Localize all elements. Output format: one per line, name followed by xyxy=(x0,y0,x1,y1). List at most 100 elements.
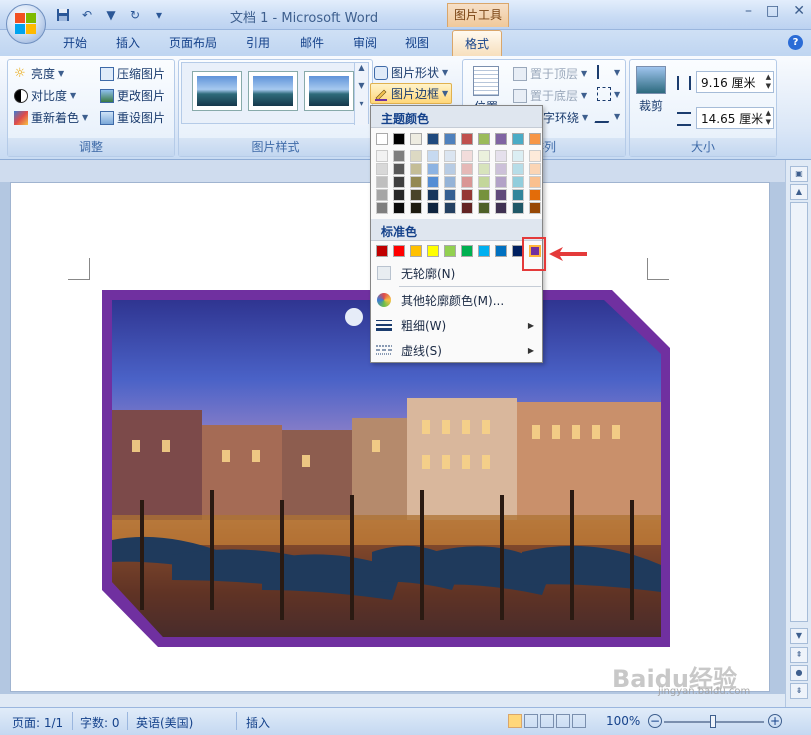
theme-shade-swatch[interactable] xyxy=(427,189,439,201)
page-count[interactable]: 页面: 1/1 xyxy=(12,714,63,731)
word-count[interactable]: 字数: 0 xyxy=(80,714,120,731)
close-icon[interactable]: ✕ xyxy=(793,3,805,19)
standard-color-swatch[interactable] xyxy=(495,245,507,257)
prev-page-icon[interactable]: ⇞ xyxy=(790,647,808,663)
theme-shade-swatch[interactable] xyxy=(393,202,405,214)
bring-to-front-button[interactable]: 置于顶层 ▼ xyxy=(513,65,587,82)
redo-icon[interactable]: ↻ xyxy=(126,6,144,24)
height-input[interactable]: 9.16 厘米 ▲ ▼ xyxy=(696,71,774,93)
no-outline-item[interactable]: 无轮廓(N) xyxy=(371,261,542,285)
theme-shade-swatch[interactable] xyxy=(376,189,388,201)
theme-shade-swatch[interactable] xyxy=(427,150,439,162)
theme-shade-swatch[interactable] xyxy=(427,202,439,214)
scroll-up-icon[interactable]: ▲ xyxy=(790,184,808,200)
recolor-button[interactable]: 重新着色 ▼ xyxy=(14,109,88,126)
standard-color-swatch[interactable] xyxy=(461,245,473,257)
height-spinner[interactable]: ▲ ▼ xyxy=(766,73,771,91)
align-button[interactable]: ▼ xyxy=(597,65,620,79)
insert-mode[interactable]: 插入 xyxy=(246,714,270,731)
full-screen-reading-icon[interactable] xyxy=(524,714,538,728)
ruler-toggle-icon[interactable]: ▣ xyxy=(790,166,808,182)
theme-shade-swatch[interactable] xyxy=(529,163,541,175)
theme-shade-swatch[interactable] xyxy=(529,189,541,201)
theme-shade-swatch[interactable] xyxy=(529,150,541,162)
compress-pictures-button[interactable]: 压缩图片 xyxy=(100,65,165,82)
theme-shade-swatch[interactable] xyxy=(512,176,524,188)
more-outline-colors-item[interactable]: 其他轮廓颜色(M)... xyxy=(371,288,542,312)
theme-shade-swatch[interactable] xyxy=(478,150,490,162)
theme-shade-swatch[interactable] xyxy=(461,163,473,175)
theme-color-swatch[interactable] xyxy=(444,133,456,145)
theme-shade-swatch[interactable] xyxy=(444,150,456,162)
print-layout-icon[interactable] xyxy=(508,714,522,728)
rotate-button[interactable]: ▼ xyxy=(594,109,620,123)
scroll-thumb[interactable] xyxy=(790,202,808,622)
width-spinner[interactable]: ▲ ▼ xyxy=(766,109,771,127)
theme-color-swatch[interactable] xyxy=(478,133,490,145)
theme-shade-swatch[interactable] xyxy=(512,189,524,201)
theme-shade-swatch[interactable] xyxy=(376,176,388,188)
picture-style-3[interactable] xyxy=(304,71,354,111)
weight-item[interactable]: 粗细(W) ▶ xyxy=(371,313,542,337)
brightness-button[interactable]: ☼ 亮度 ▼ xyxy=(14,65,64,82)
theme-color-swatch[interactable] xyxy=(512,133,524,145)
maximize-icon[interactable]: □ xyxy=(766,3,779,19)
width-input[interactable]: 14.65 厘米 ▲ ▼ xyxy=(696,107,774,129)
tab-mailings[interactable]: 邮件 xyxy=(300,34,324,51)
text-wrap-button[interactable]: 字环绕 ▼ xyxy=(543,109,588,126)
theme-shade-swatch[interactable] xyxy=(512,202,524,214)
standard-color-swatch[interactable] xyxy=(393,245,405,257)
dashes-item[interactable]: 虚线(S) ▶ xyxy=(371,338,542,362)
theme-color-swatch[interactable] xyxy=(495,133,507,145)
zoom-in-icon[interactable]: + xyxy=(768,714,782,728)
select-browse-object-icon[interactable]: ● xyxy=(790,665,808,681)
tab-page-layout[interactable]: 页面布局 xyxy=(169,34,217,51)
theme-color-swatch[interactable] xyxy=(410,133,422,145)
theme-shade-swatch[interactable] xyxy=(495,202,507,214)
theme-shade-swatch[interactable] xyxy=(410,163,422,175)
theme-shade-swatch[interactable] xyxy=(410,202,422,214)
theme-shade-swatch[interactable] xyxy=(512,150,524,162)
theme-shade-swatch[interactable] xyxy=(427,176,439,188)
theme-shade-swatch[interactable] xyxy=(478,163,490,175)
change-picture-button[interactable]: 更改图片 xyxy=(100,87,165,104)
theme-shade-swatch[interactable] xyxy=(529,202,541,214)
picture-border-button[interactable]: 图片边框 ▼ xyxy=(370,83,453,104)
help-icon[interactable]: ? xyxy=(788,35,803,50)
theme-color-swatch[interactable] xyxy=(393,133,405,145)
standard-color-swatch[interactable] xyxy=(427,245,439,257)
picture-style-2[interactable] xyxy=(248,71,298,111)
qat-customize-icon[interactable]: ▾ xyxy=(150,6,168,24)
theme-shade-swatch[interactable] xyxy=(495,176,507,188)
next-page-icon[interactable]: ⇟ xyxy=(790,683,808,699)
theme-shade-swatch[interactable] xyxy=(444,163,456,175)
web-layout-icon[interactable] xyxy=(540,714,554,728)
zoom-slider-thumb[interactable] xyxy=(710,715,716,728)
crop-button[interactable]: 裁剪 xyxy=(636,66,666,114)
theme-shade-swatch[interactable] xyxy=(427,163,439,175)
scroll-down-icon[interactable]: ▼ xyxy=(790,628,808,644)
picture-shape-button[interactable]: 图片形状 ▼ xyxy=(374,64,448,81)
picture-style-1[interactable] xyxy=(192,71,242,111)
save-icon[interactable] xyxy=(54,6,72,24)
tab-view[interactable]: 视图 xyxy=(405,34,429,51)
theme-shade-swatch[interactable] xyxy=(410,150,422,162)
theme-color-swatch[interactable] xyxy=(529,133,541,145)
reset-picture-button[interactable]: 重设图片 xyxy=(100,109,165,126)
standard-color-swatch[interactable] xyxy=(410,245,422,257)
theme-shade-swatch[interactable] xyxy=(529,176,541,188)
standard-color-swatch[interactable] xyxy=(478,245,490,257)
theme-shade-swatch[interactable] xyxy=(495,150,507,162)
theme-shade-swatch[interactable] xyxy=(393,150,405,162)
theme-shade-swatch[interactable] xyxy=(478,202,490,214)
theme-shade-swatch[interactable] xyxy=(478,189,490,201)
theme-shade-swatch[interactable] xyxy=(461,189,473,201)
group-objects-button[interactable]: ▼ xyxy=(597,87,620,101)
theme-shade-swatch[interactable] xyxy=(478,176,490,188)
gallery-scroll[interactable]: ▲ ▼ ▾ xyxy=(354,63,368,125)
tab-insert[interactable]: 插入 xyxy=(116,34,140,51)
contrast-button[interactable]: 对比度 ▼ xyxy=(14,87,76,104)
standard-color-swatch[interactable] xyxy=(444,245,456,257)
theme-shade-swatch[interactable] xyxy=(461,176,473,188)
tab-home[interactable]: 开始 xyxy=(63,34,87,51)
